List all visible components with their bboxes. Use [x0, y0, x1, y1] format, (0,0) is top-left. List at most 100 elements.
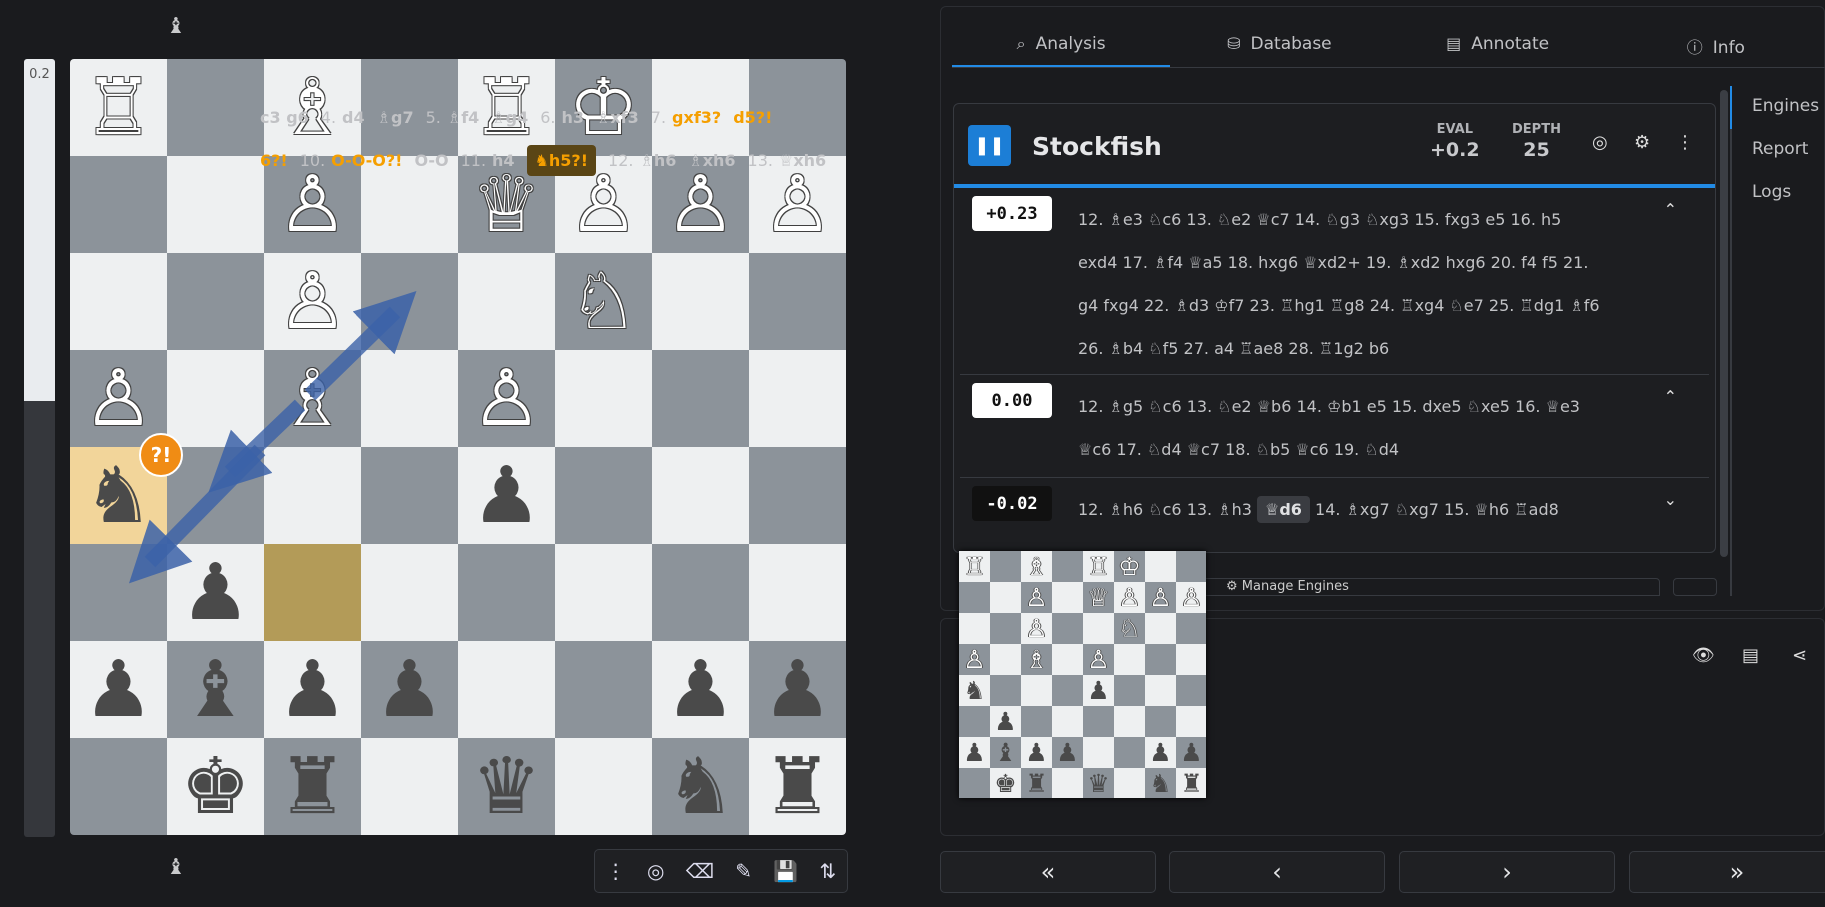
- chess-piece-icon[interactable]: ♟: [963, 740, 985, 765]
- board-square[interactable]: [167, 253, 264, 350]
- line-moves[interactable]: 12. ♗e3 ♘c6 13. ♘e2 ♕c7 14. ♘g3 ♘xg3 15.…: [960, 188, 1600, 370]
- chess-piece-icon[interactable]: ♜: [278, 748, 348, 826]
- chess-piece-icon[interactable]: ♔: [1118, 554, 1140, 579]
- chess-piece-icon[interactable]: ♙: [84, 360, 154, 438]
- chess-piece-icon[interactable]: ♚: [994, 771, 1016, 796]
- board-square[interactable]: ♙: [1021, 613, 1052, 644]
- chess-piece-icon[interactable]: ♟: [1180, 740, 1202, 765]
- board-square[interactable]: ♙: [1176, 582, 1206, 613]
- move[interactable]: c3 g6: [260, 108, 309, 127]
- board-square[interactable]: [70, 253, 167, 350]
- gear-icon[interactable]: ⚙: [1634, 132, 1650, 153]
- chess-piece-icon[interactable]: ♛: [1087, 771, 1109, 796]
- board-square[interactable]: [1145, 551, 1176, 582]
- chess-piece-icon[interactable]: ♖: [84, 69, 154, 147]
- chess-piece-icon[interactable]: ♙: [472, 360, 542, 438]
- chess-piece-icon[interactable]: ♗: [1025, 647, 1047, 672]
- board-square[interactable]: ♖: [70, 59, 167, 156]
- board-square[interactable]: ♕: [1083, 582, 1114, 613]
- line-moves[interactable]: 12. ♗h6 ♘c6 13. ♗h3 ♕d6 14. ♗xg7 ♘xg7 15…: [960, 478, 1600, 531]
- board-square[interactable]: [959, 768, 990, 798]
- first-move-button[interactable]: «: [940, 851, 1156, 893]
- analysis-scrollbar[interactable]: [1720, 90, 1728, 557]
- board-square[interactable]: [990, 675, 1021, 706]
- board-square[interactable]: [1021, 675, 1052, 706]
- board-square[interactable]: ♞: [1145, 768, 1176, 798]
- board-square[interactable]: ♛: [458, 738, 555, 835]
- collapse-button[interactable]: [1673, 578, 1717, 596]
- board-square[interactable]: ♖: [959, 551, 990, 582]
- board-square[interactable]: [555, 350, 652, 447]
- move[interactable]: ♗g7: [377, 108, 414, 127]
- board-square[interactable]: ♟: [990, 706, 1021, 737]
- move[interactable]: ♗f4: [447, 108, 479, 127]
- board-square[interactable]: [1176, 613, 1206, 644]
- board-square[interactable]: ♘: [555, 253, 652, 350]
- line-moves[interactable]: 12. ♗g5 ♘c6 13. ♘e2 ♕b6 14. ♔b1 e5 15. d…: [960, 375, 1600, 471]
- board-square[interactable]: ♟: [70, 641, 167, 738]
- chess-piece-icon[interactable]: ♜: [1025, 771, 1047, 796]
- previous-move-button[interactable]: ‹: [1169, 851, 1385, 893]
- board-square[interactable]: [1145, 644, 1176, 675]
- board-square[interactable]: [1176, 675, 1206, 706]
- chess-piece-icon[interactable]: ♙: [1087, 647, 1109, 672]
- tab-analysis[interactable]: ⌕ Analysis: [952, 26, 1171, 67]
- eye-icon[interactable]: 👁: [1692, 645, 1715, 666]
- board-square[interactable]: [749, 447, 846, 544]
- board-square[interactable]: ♟: [264, 641, 361, 738]
- board-square[interactable]: [458, 641, 555, 738]
- chess-piece-icon[interactable]: ♙: [278, 263, 348, 341]
- chess-piece-icon[interactable]: ♛: [472, 748, 542, 826]
- board-square[interactable]: ♜: [1176, 768, 1206, 798]
- target-icon[interactable]: ◎: [647, 859, 664, 883]
- next-move-button[interactable]: ›: [1399, 851, 1615, 893]
- flip-board-icon[interactable]: ⇅: [820, 859, 837, 883]
- board-square[interactable]: [70, 156, 167, 253]
- board-square[interactable]: [361, 350, 458, 447]
- engine-line-2[interactable]: 0.00 12. ♗g5 ♘c6 13. ♘e2 ♕b6 14. ♔b1 e5 …: [960, 375, 1709, 478]
- chevron-down-icon[interactable]: ⌄: [1664, 490, 1677, 509]
- board-square[interactable]: [959, 582, 990, 613]
- board-square[interactable]: [1083, 706, 1114, 737]
- board-square[interactable]: ♟: [458, 447, 555, 544]
- board-square[interactable]: [1114, 675, 1145, 706]
- board-square[interactable]: [264, 544, 361, 641]
- move[interactable]: O-O-O?!: [331, 151, 402, 170]
- board-square[interactable]: [361, 738, 458, 835]
- board-square[interactable]: ♜: [1021, 768, 1052, 798]
- chess-piece-icon[interactable]: ♞: [963, 678, 985, 703]
- board-square[interactable]: ♟: [959, 737, 990, 768]
- board-square[interactable]: ♖: [1083, 551, 1114, 582]
- board-square[interactable]: ♟: [361, 641, 458, 738]
- engine-line-3[interactable]: -0.02 12. ♗h6 ♘c6 13. ♗h3 ♕d6 14. ♗xg7 ♘…: [960, 478, 1709, 546]
- chess-piece-icon[interactable]: ♝: [181, 651, 251, 729]
- board-square[interactable]: ♙: [1145, 582, 1176, 613]
- move[interactable]: ♗g4: [491, 108, 528, 127]
- chess-piece-icon[interactable]: ♟: [1087, 678, 1109, 703]
- board-square[interactable]: ♜: [749, 738, 846, 835]
- board-square[interactable]: [1052, 768, 1083, 798]
- board-square[interactable]: [361, 253, 458, 350]
- chevron-up-icon[interactable]: ⌃: [1664, 387, 1677, 406]
- move[interactable]: O-O: [414, 151, 448, 170]
- board-square[interactable]: [555, 738, 652, 835]
- board-square[interactable]: ♟: [1145, 737, 1176, 768]
- board-square[interactable]: [652, 447, 749, 544]
- board-square[interactable]: [749, 350, 846, 447]
- tab-info[interactable]: ⓘ Info: [1607, 26, 1825, 67]
- board-square[interactable]: [70, 544, 167, 641]
- board-square[interactable]: [70, 738, 167, 835]
- target-icon[interactable]: ◎: [1592, 132, 1608, 153]
- engine-line-1[interactable]: +0.23 12. ♗e3 ♘c6 13. ♘e2 ♕c7 14. ♘g3 ♘x…: [960, 188, 1709, 375]
- board-square[interactable]: [990, 613, 1021, 644]
- chess-piece-icon[interactable]: ♜: [1180, 771, 1202, 796]
- eraser-icon[interactable]: ⌫: [686, 859, 714, 883]
- chess-piece-icon[interactable]: ♗: [278, 360, 348, 438]
- chess-piece-icon[interactable]: ♙: [1118, 585, 1140, 610]
- chess-piece-icon[interactable]: ♟: [666, 651, 736, 729]
- board-square[interactable]: ♞: [959, 675, 990, 706]
- hovered-move[interactable]: ♕d6: [1256, 496, 1310, 523]
- chess-piece-icon[interactable]: ♙: [1180, 585, 1202, 610]
- chess-piece-icon[interactable]: ♟: [84, 651, 154, 729]
- board-square[interactable]: [167, 156, 264, 253]
